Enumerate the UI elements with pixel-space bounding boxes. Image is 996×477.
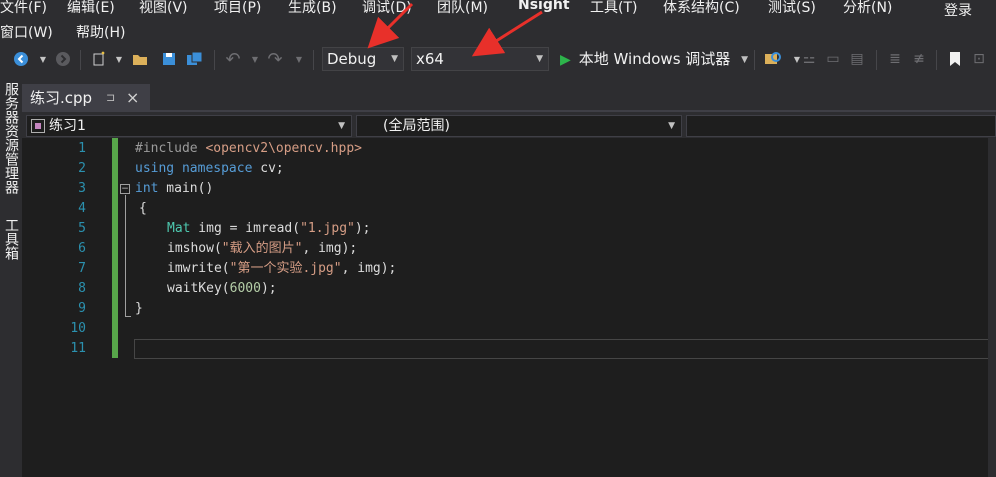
chevron-down-icon: ▼ <box>668 121 675 131</box>
find-in-files-icon[interactable] <box>764 50 782 68</box>
line-number: 1 <box>78 141 86 156</box>
document-tab-strip: 练习.cpp ⊐ × <box>22 84 996 112</box>
solution-platform-value: x64 <box>416 50 444 68</box>
solution-config-value: Debug <box>327 50 377 68</box>
save-all-icon[interactable] <box>186 50 204 68</box>
line-number: 7 <box>78 261 86 276</box>
bookmark-prev-icon[interactable]: ⊡ <box>970 50 988 68</box>
scope-value: (全局范围) <box>383 118 450 134</box>
chevron-down-icon: ▼ <box>338 121 345 131</box>
code-line-1: #include <opencv2\opencv.hpp> <box>135 141 362 156</box>
scope-dropdown[interactable]: (全局范围) ▼ <box>356 115 682 137</box>
menu-test[interactable]: 测试(S) <box>768 0 816 17</box>
menu-edit[interactable]: 编辑(E) <box>67 0 115 17</box>
menu-window[interactable]: 窗口(W) <box>0 22 53 42</box>
code-line-9: } <box>135 301 143 316</box>
toolbar-separator <box>313 50 314 70</box>
comment-lines-icon[interactable]: ≣ <box>886 50 904 68</box>
toolbar-separator <box>214 50 215 70</box>
toolbar-separator <box>754 50 755 70</box>
menu-project[interactable]: 项目(P) <box>214 0 261 17</box>
solution-platform-dropdown[interactable]: x64 ▼ <box>411 47 549 71</box>
line-number: 11 <box>70 341 86 356</box>
change-tracking-bar <box>112 138 118 358</box>
bookmark-icon[interactable] <box>946 50 964 68</box>
undo-dropdown-icon[interactable]: ▼ <box>246 50 264 68</box>
line-number: 5 <box>78 221 86 236</box>
line-number-gutter: 1 2 3 4 5 6 7 8 9 10 11 <box>22 138 92 477</box>
line-number: 2 <box>78 161 86 176</box>
line-number: 4 <box>78 201 86 216</box>
open-file-icon[interactable] <box>132 50 150 68</box>
fold-guide-end <box>125 316 131 317</box>
tab-practice-cpp[interactable]: 练习.cpp ⊐ × <box>22 84 150 112</box>
menu-file[interactable]: 文件(F) <box>0 0 47 17</box>
menu-tools[interactable]: 工具(T) <box>590 0 637 17</box>
member-dropdown[interactable] <box>686 115 996 137</box>
pin-icon[interactable]: ⊐ <box>106 84 115 112</box>
uncomment-lines-icon[interactable]: ≢ <box>910 50 928 68</box>
toolbar-separator <box>876 50 877 70</box>
quick-info-icon[interactable]: ⚍ <box>800 50 818 68</box>
menu-architecture[interactable]: 体系结构(C) <box>663 0 740 17</box>
line-number: 3 <box>78 181 86 196</box>
toolbox-tab[interactable]: 工具箱 <box>1 218 21 260</box>
chevron-down-icon: ▼ <box>391 54 398 64</box>
line-number: 10 <box>70 321 86 336</box>
code-line-6: imshow("载入的图片", img); <box>167 241 358 256</box>
line-number: 8 <box>78 281 86 296</box>
menu-help[interactable]: 帮助(H) <box>76 22 125 42</box>
code-line-5: Mat img = imread("1.jpg"); <box>167 221 371 236</box>
code-line-8: waitKey(6000); <box>167 281 277 296</box>
menu-bar: 文件(F) 编辑(E) 视图(V) 项目(P) 生成(B) 调试(D) 团队(M… <box>0 0 996 42</box>
tab-title: 练习.cpp <box>30 89 93 107</box>
menu-build[interactable]: 生成(B) <box>288 0 337 17</box>
fold-guide-line <box>125 195 126 317</box>
project-dropdown[interactable]: 练习1 ▼ <box>26 115 352 137</box>
menu-team[interactable]: 团队(M) <box>437 0 488 17</box>
vertical-scrollbar[interactable] <box>988 138 996 477</box>
solution-config-dropdown[interactable]: Debug ▼ <box>322 47 404 71</box>
start-debugging-button[interactable]: ▶ 本地 Windows 调试器 ▼ <box>560 47 748 71</box>
project-icon <box>31 119 45 133</box>
code-line-2: using namespace cv; <box>135 161 284 176</box>
play-icon: ▶ <box>560 52 571 68</box>
save-icon[interactable] <box>160 50 178 68</box>
code-line-3: int main() <box>135 181 214 196</box>
undo-icon[interactable]: ↶ <box>224 49 242 70</box>
toolbar-separator <box>80 50 81 70</box>
menu-view[interactable]: 视图(V) <box>139 0 188 17</box>
login-link[interactable]: 登录 <box>944 0 972 20</box>
menu-analyze[interactable]: 分析(N) <box>843 0 892 17</box>
new-project-icon[interactable] <box>90 50 108 68</box>
complete-word-icon[interactable]: ▤ <box>848 50 866 68</box>
server-explorer-tab[interactable]: 服务器资源管理器 <box>1 82 21 194</box>
side-tool-panels: 服务器资源管理器 工具箱 <box>0 78 22 477</box>
project-name: 练习1 <box>49 118 86 134</box>
redo-icon[interactable]: ↷ <box>266 49 284 70</box>
back-dropdown-icon[interactable]: ▼ <box>34 50 52 68</box>
code-line-4: { <box>139 201 147 216</box>
line-number: 9 <box>78 301 86 316</box>
line-number: 6 <box>78 241 86 256</box>
redo-dropdown-icon[interactable]: ▼ <box>290 50 308 68</box>
new-dropdown-icon[interactable]: ▼ <box>110 50 128 68</box>
menu-nsight[interactable]: Nsight <box>518 0 570 13</box>
navigate-forward-icon[interactable] <box>54 50 72 68</box>
close-icon[interactable]: × <box>126 84 139 112</box>
chevron-down-icon: ▼ <box>741 54 748 65</box>
current-line-highlight <box>134 339 990 359</box>
parameter-info-icon[interactable]: ▭ <box>824 50 842 68</box>
start-debugging-label: 本地 Windows 调试器 <box>578 50 731 68</box>
code-editor[interactable]: 1 2 3 4 5 6 7 8 9 10 11 − #include <open… <box>22 138 996 477</box>
collapse-icon[interactable]: − <box>120 184 130 194</box>
toolbar-separator <box>936 50 937 70</box>
menu-debug[interactable]: 调试(D) <box>362 0 412 17</box>
chevron-down-icon: ▼ <box>536 54 543 64</box>
code-line-7: imwrite("第一个实验.jpg", img); <box>167 261 397 276</box>
standard-toolbar: ▼ ▼ ↶ ▼ ↷ ▼ Debug ▼ x64 ▼ ▶ 本地 Windows 调试… <box>0 42 996 78</box>
navigation-bar: 练习1 ▼ (全局范围) ▼ <box>22 114 996 138</box>
navigate-back-icon[interactable] <box>12 50 30 68</box>
